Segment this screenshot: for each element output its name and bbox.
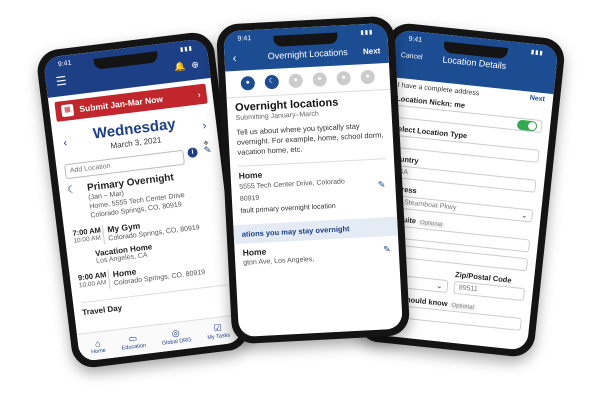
next-button[interactable]: Next bbox=[363, 46, 381, 56]
status-time: 9:41 bbox=[57, 59, 72, 68]
chevron-down-icon: ⌄ bbox=[435, 280, 444, 291]
edit-pencil-icon[interactable]: ✎ bbox=[378, 180, 386, 191]
tab-bar: ⌂ Home ▭ Education ◎ Global DRG ☑ My Tasks bbox=[76, 314, 244, 362]
signal-icon: ▮▮▮ bbox=[530, 49, 545, 57]
signal-icon: ▮▮▮ bbox=[179, 45, 194, 53]
clipboard-step-icon[interactable]: ● bbox=[360, 69, 376, 85]
pin-step-icon[interactable]: ● bbox=[336, 70, 352, 86]
menu-icon[interactable]: ☰ bbox=[55, 73, 67, 88]
bell-icon[interactable]: 🔔 bbox=[174, 60, 186, 72]
add-icon[interactable]: ⊕ bbox=[191, 59, 200, 71]
people-step-icon[interactable]: ● bbox=[288, 73, 304, 89]
entry-time: 9:00 AM 10:00 AM bbox=[77, 270, 107, 290]
toggle-switch[interactable] bbox=[516, 119, 538, 132]
phone-screen-calendar: 9:41 ▮▮▮ ☰ 🔔 ⊕ ▦ Submit Jan-Mar Now › ‹ … bbox=[42, 38, 244, 362]
tab-education[interactable]: ▭ Education bbox=[120, 332, 146, 352]
submit-now-label: Submit Jan-Mar Now bbox=[78, 93, 164, 115]
tab-my-tasks[interactable]: ☑ My Tasks bbox=[206, 321, 230, 341]
chevron-right-icon: › bbox=[197, 89, 202, 100]
tab-global-drg[interactable]: ◎ Global DRG bbox=[160, 326, 192, 347]
user-step-icon[interactable]: ● bbox=[240, 75, 256, 91]
page-title: Overnight Locations bbox=[267, 47, 348, 62]
entry-time: 7:00 AM 10:00 AM bbox=[72, 225, 102, 246]
signal-icon: ▮▮▮ bbox=[360, 29, 374, 36]
description-text: Tell us about where you typically stay o… bbox=[236, 121, 384, 158]
cancel-button[interactable]: Cancel bbox=[400, 51, 431, 61]
phone-screen-overnight: 9:41 ▮▮▮ ‹ Overnight Locations Next ● ☾ … bbox=[223, 22, 403, 338]
status-time: 9:41 bbox=[237, 34, 252, 43]
edit-pencil-icon[interactable]: ✎ bbox=[203, 144, 212, 156]
moon-step-icon[interactable]: ☾ bbox=[264, 74, 280, 90]
chevron-down-icon: ⌄ bbox=[520, 210, 529, 221]
home-location-card[interactable]: Home 5555 Tech Center Drive, Colorado 80… bbox=[238, 158, 389, 216]
phone-overnight-locations: 9:41 ▮▮▮ ‹ Overnight Locations Next ● ☾ … bbox=[215, 15, 411, 345]
tab-home[interactable]: ⌂ Home bbox=[90, 337, 106, 355]
calendar-icon: ▦ bbox=[60, 103, 75, 118]
info-icon[interactable]: i bbox=[187, 147, 199, 159]
back-icon[interactable]: ‹ bbox=[232, 50, 253, 65]
status-time: 9:41 bbox=[408, 35, 423, 44]
lock-step-icon[interactable]: ● bbox=[312, 72, 328, 87]
edit-pencil-icon[interactable]: ✎ bbox=[383, 244, 391, 255]
